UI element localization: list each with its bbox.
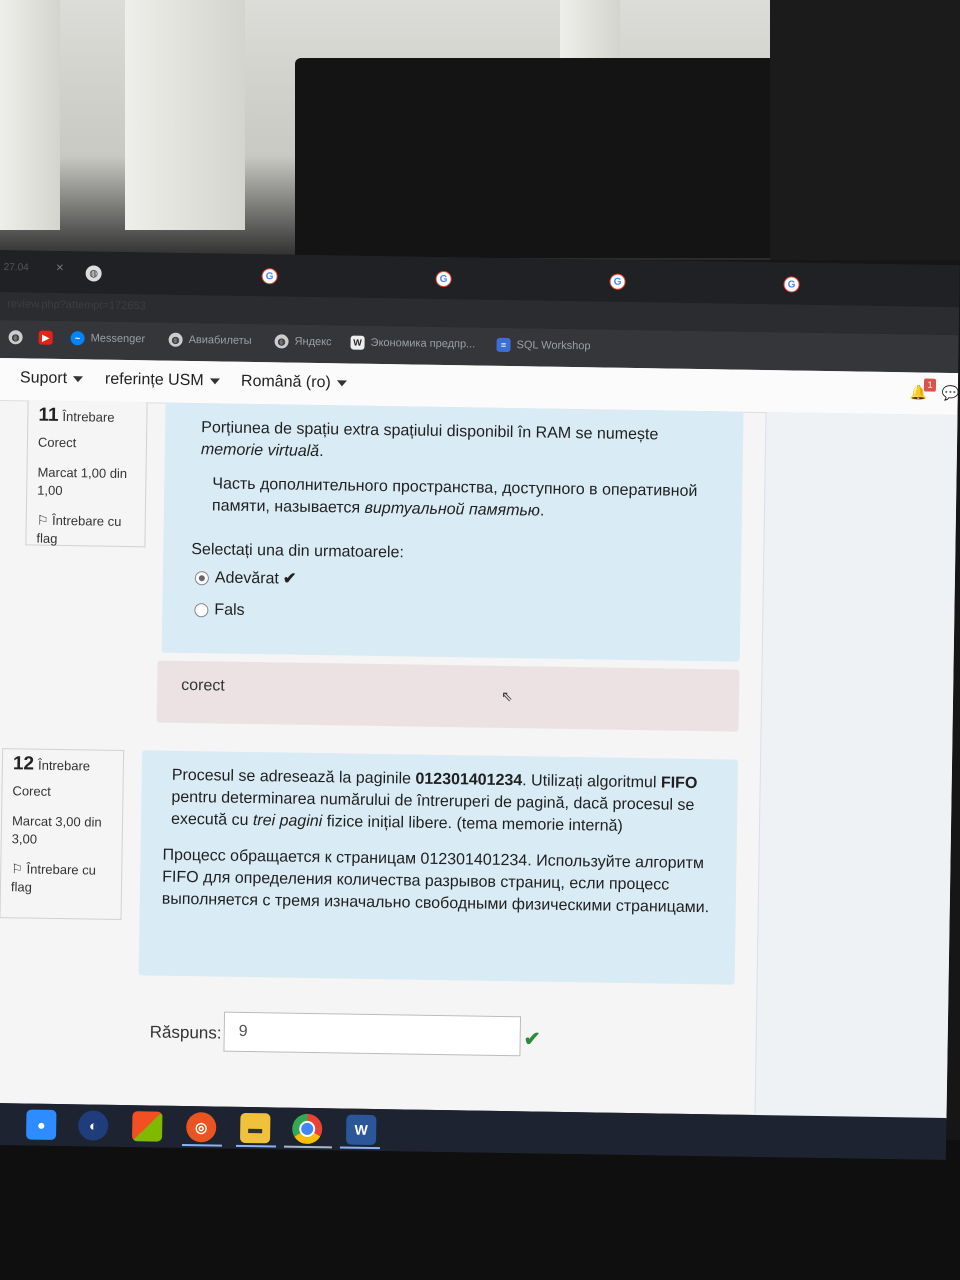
question-word: Întrebare (37, 757, 91, 774)
ubuntu-icon[interactable]: ◎ (186, 1112, 217, 1143)
tab-close-icon[interactable]: ✕ (56, 263, 65, 274)
question-number: 12 (12, 753, 35, 775)
radio-icon[interactable] (194, 602, 209, 618)
caret-down-icon (73, 375, 84, 383)
bookmark-yandex[interactable]: ◍ Яндекс (274, 334, 332, 349)
bookmark-avia[interactable]: ◍ Авиабилеты (168, 332, 252, 348)
nav-label: referințe USM (104, 370, 204, 390)
answer-label: Răspuns: (149, 1022, 222, 1043)
bookmark-label: Яндекс (294, 335, 332, 349)
eclipse-icon[interactable]: ◐ (78, 1110, 109, 1141)
flag-icon: ⚐ (11, 861, 27, 877)
question-text-11: Porțiunea de spațiu extra spațiului disp… (161, 402, 744, 662)
question-number: 11 (38, 404, 59, 426)
flag-question[interactable]: ⚐ Întrebare cu flag (11, 860, 112, 898)
question-state: Corect (37, 434, 77, 451)
right-column (754, 412, 959, 1120)
google-icon[interactable]: G (783, 276, 800, 293)
bookmark-economics[interactable]: W Экономика предпр... (350, 335, 476, 352)
caret-down-icon (336, 380, 347, 387)
window-blind (125, 0, 245, 230)
laptop-screen: 27.04 ✕ ◍ G G G G review.php?attempt=172… (0, 250, 960, 1160)
caret-down-icon (209, 378, 220, 385)
active-indicator (339, 1146, 380, 1150)
question-ro-text: Porțiunea de spațiu extra spațiului disp… (200, 419, 659, 461)
nav-label: Suport (19, 369, 68, 388)
bookmark-sql[interactable]: ≡ SQL Workshop (496, 337, 591, 353)
globe-icon: ◍ (8, 330, 23, 345)
nav-label: Română (ro) (240, 372, 331, 392)
active-indicator (235, 1144, 276, 1148)
bookmark-youtube[interactable]: ▶ (38, 330, 53, 345)
sql-icon: ≡ (496, 337, 511, 353)
question-info-11: 11 Întrebare Corect Marcat 1,00 din 1,00 … (25, 400, 148, 550)
background-room (0, 0, 960, 260)
active-indicator (181, 1143, 222, 1147)
question-ru-text: Процесс обращается к страницам 012301401… (161, 846, 710, 917)
laptop-bezel (0, 1140, 960, 1280)
moodle-page: Suport referințe USM Română (ro) 🔔 1 💬 1… (0, 357, 960, 1120)
youtube-icon: ▶ (38, 330, 53, 345)
question-state: Corect (12, 783, 51, 799)
chat-icon[interactable]: 💬 (942, 385, 960, 402)
question-word: Întrebare (62, 409, 115, 425)
bookmark-globe[interactable]: ◍ (8, 330, 23, 345)
globe-icon: ◍ (274, 334, 289, 349)
option-label: Adevărat (214, 569, 280, 588)
question-ru-text: Часть дополнительного пространства, дост… (211, 475, 698, 520)
flag-question[interactable]: ⚐ Întrebare cu flag (36, 512, 135, 550)
nav-suport[interactable]: Suport (19, 369, 84, 388)
bookmark-label: Авиабилеты (188, 333, 252, 347)
tab-title[interactable]: 27.04 (4, 262, 29, 273)
zoom-icon[interactable]: ● (26, 1109, 57, 1140)
w-icon: W (350, 335, 365, 350)
google-icon[interactable]: G (261, 268, 278, 285)
chair-edge (770, 0, 960, 260)
option-fals[interactable]: Fals (194, 599, 716, 629)
globe-icon: ◍ (168, 332, 183, 347)
nav-language[interactable]: Română (ro) (241, 373, 347, 393)
question-mark: Marcat 3,00 din 3,00 (11, 813, 102, 847)
google-icon[interactable]: G (435, 270, 452, 288)
radio-checked-icon[interactable] (194, 570, 209, 586)
option-label: Fals (214, 601, 245, 619)
question-info-12: 12 Întrebare Corect Marcat 3,00 din 3,00 … (0, 748, 125, 920)
mouse-cursor-icon: ⇖ (500, 687, 513, 705)
chair-back (295, 58, 775, 258)
bookmark-label: Messenger (90, 332, 146, 346)
window-blind (0, 0, 60, 230)
question-mark: Marcat 1,00 din 1,00 (37, 464, 128, 499)
option-adevarat[interactable]: Adevărat ✔ (194, 567, 717, 597)
messenger-icon: ~ (70, 331, 85, 346)
question-feedback: corect (156, 660, 740, 732)
active-indicator (283, 1145, 332, 1149)
notification-badge: 1 (923, 378, 937, 392)
bookmark-label: SQL Workshop (516, 339, 591, 353)
correct-check-icon: ✔ (523, 1028, 541, 1051)
answer-input[interactable] (223, 1011, 522, 1057)
question-text-12: Procesul se adresează la paginile 012301… (138, 750, 739, 985)
file-explorer-icon[interactable]: ▬ (240, 1112, 271, 1144)
answer-prompt: Selectați una din urmatoarele: (191, 541, 405, 562)
flag-icon: ⚐ (36, 512, 53, 528)
word-icon[interactable]: W (345, 1114, 377, 1146)
google-icon[interactable]: G (609, 273, 626, 290)
url-text[interactable]: review.php?attempt=172653 (7, 298, 146, 312)
checkmark-icon: ✔ (282, 570, 297, 588)
bookmark-label: Экономика предпр... (370, 336, 476, 351)
windows-store-icon[interactable] (132, 1111, 163, 1142)
globe-icon[interactable]: ◍ (85, 265, 102, 282)
chrome-icon[interactable] (291, 1113, 323, 1145)
nav-referinte[interactable]: referințe USM (105, 371, 220, 391)
bookmark-messenger[interactable]: ~ Messenger (70, 331, 146, 346)
question-ro-text: Procesul se adresează la paginile 012301… (170, 766, 698, 835)
